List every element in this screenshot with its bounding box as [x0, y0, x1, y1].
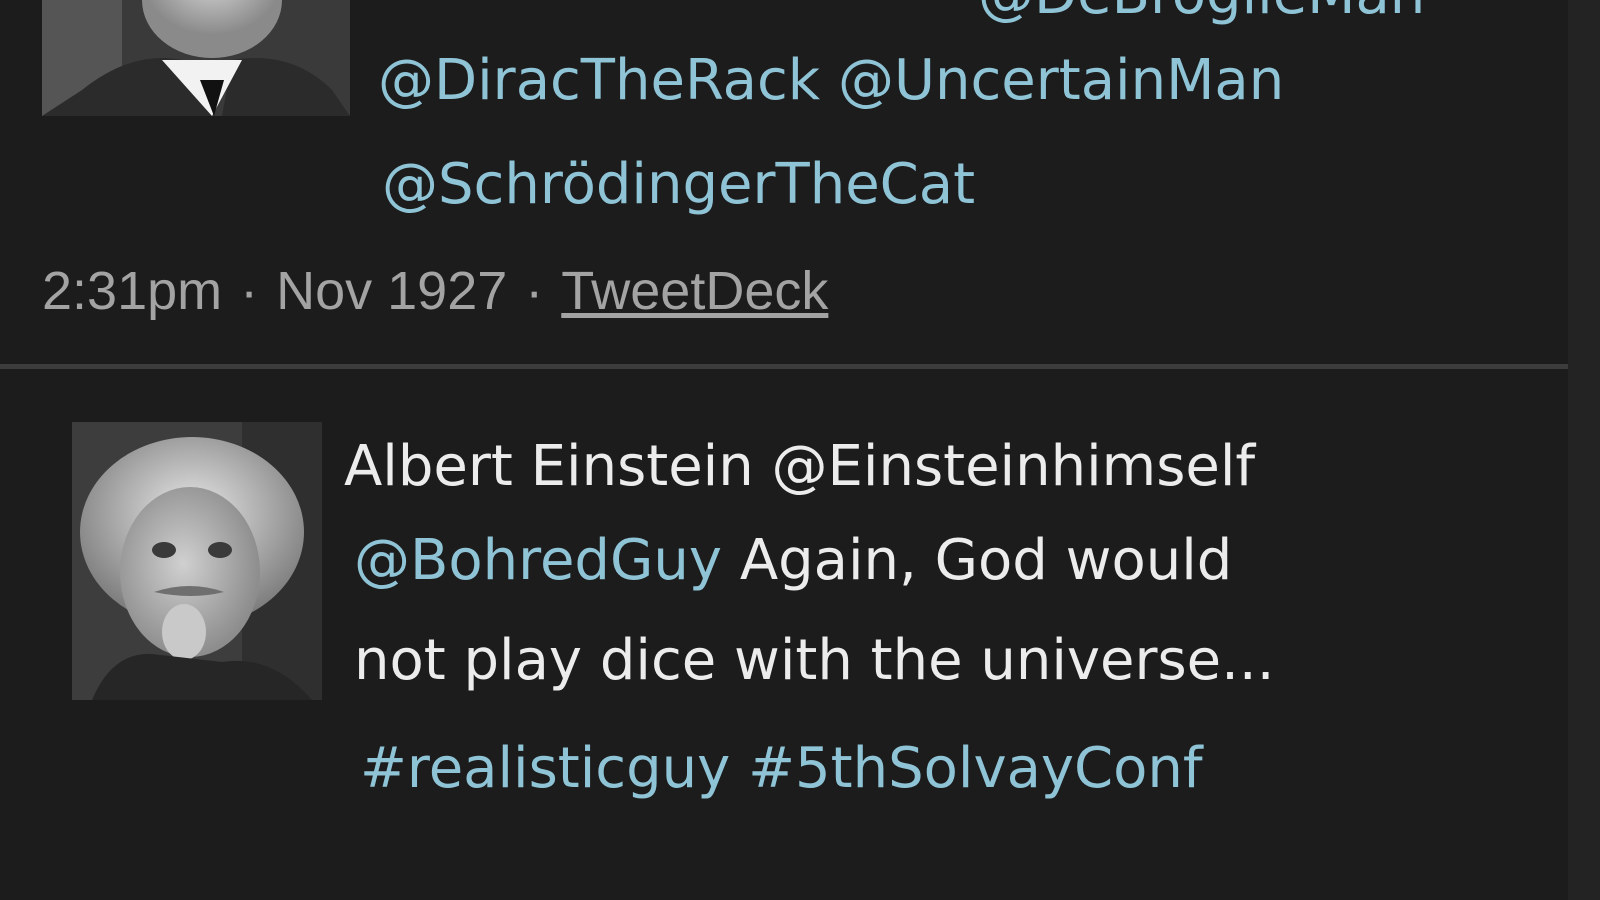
tweet-divider: [0, 364, 1568, 369]
author-handle[interactable]: @Einsteinhimself: [772, 434, 1256, 499]
tweet-text-line: not play dice with the universe...: [354, 626, 1275, 696]
hashtag-link[interactable]: #realisticguy: [360, 736, 730, 801]
mention-link[interactable]: @BohredGuy: [354, 528, 722, 593]
person-portrait-icon: [72, 422, 322, 700]
separator: ·: [525, 261, 544, 321]
author-name[interactable]: Albert Einstein: [344, 434, 754, 499]
separator: ·: [240, 261, 259, 321]
tweet-date: Nov 1927: [276, 261, 508, 321]
scrollbar[interactable]: [1568, 0, 1600, 900]
mention-line: @DiracTheRack @UncertainMan: [378, 46, 1284, 116]
tweet-column: @DeBroglieMan @DiracTheRack @UncertainMa…: [0, 0, 1568, 900]
avatar[interactable]: [42, 0, 350, 116]
tweet-meta: 2:31pm · Nov 1927 · TweetDeck: [42, 258, 828, 324]
tweet-text-line: @BohredGuy Again, God would: [354, 526, 1232, 596]
person-portrait-icon: [42, 0, 350, 116]
tweet-text: not play dice with the universe...: [354, 628, 1275, 693]
tweet-text: Again, God would: [739, 528, 1233, 593]
hashtag-link[interactable]: #5thSolvayConf: [748, 736, 1203, 801]
mention-line: @SchrödingerTheCat: [382, 150, 975, 220]
mention-link[interactable]: @DeBroglieMan: [378, 0, 1425, 27]
avatar[interactable]: [72, 422, 322, 700]
mention-link[interactable]: @SchrödingerTheCat: [382, 152, 975, 217]
hashtag-line: #realisticguy #5thSolvayConf: [360, 734, 1203, 804]
mention-line-cut: @DeBroglieMan: [378, 0, 1425, 30]
mention-link[interactable]: @DiracTheRack: [378, 48, 820, 113]
tweet-time[interactable]: 2:31pm: [42, 261, 222, 321]
tweet-header: Albert Einstein @Einsteinhimself: [344, 432, 1255, 502]
mention-link[interactable]: @UncertainMan: [838, 48, 1284, 113]
source-link[interactable]: TweetDeck: [561, 261, 828, 321]
